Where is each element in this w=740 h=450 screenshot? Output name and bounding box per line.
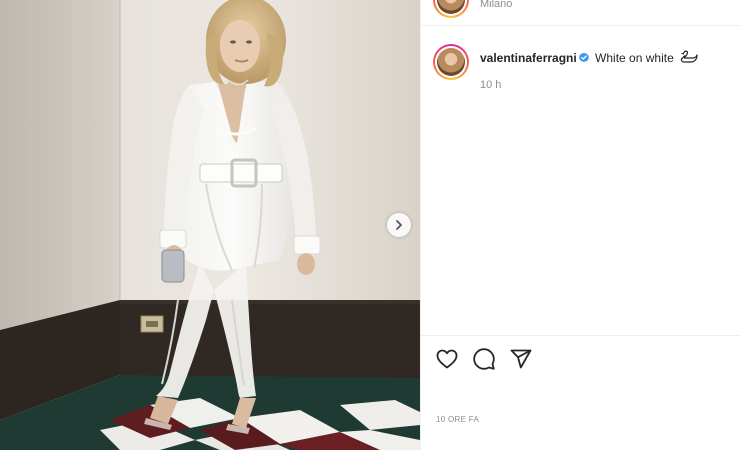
paper-plane-icon	[510, 349, 532, 369]
comment-button[interactable]	[472, 347, 496, 371]
post-header: Milano	[421, 0, 740, 26]
post-location[interactable]: Milano	[480, 0, 512, 10]
heart-icon	[436, 349, 458, 369]
swan-icon	[680, 50, 698, 63]
caption: valentinaferragni White on white	[480, 50, 698, 66]
verified-badge-icon	[578, 52, 589, 63]
chevron-right-icon	[396, 220, 402, 230]
author-avatar[interactable]	[433, 44, 469, 80]
photo-illustration	[0, 0, 420, 450]
next-photo-button[interactable]	[387, 213, 411, 237]
post-timestamp: 10 ORE FA	[436, 415, 480, 424]
caption-time: 10 h	[480, 79, 502, 91]
divider	[421, 335, 740, 336]
post-panel: Milano valentinaferragni White on white …	[420, 0, 740, 450]
caption-text: White on white	[595, 51, 674, 65]
author-username[interactable]: valentinaferragni	[480, 51, 577, 65]
post-photo[interactable]	[0, 0, 420, 450]
like-button[interactable]	[435, 347, 459, 371]
author-avatar-top[interactable]	[433, 0, 469, 18]
comment-icon	[473, 348, 495, 370]
action-bar	[435, 347, 533, 373]
share-button[interactable]	[509, 347, 533, 371]
